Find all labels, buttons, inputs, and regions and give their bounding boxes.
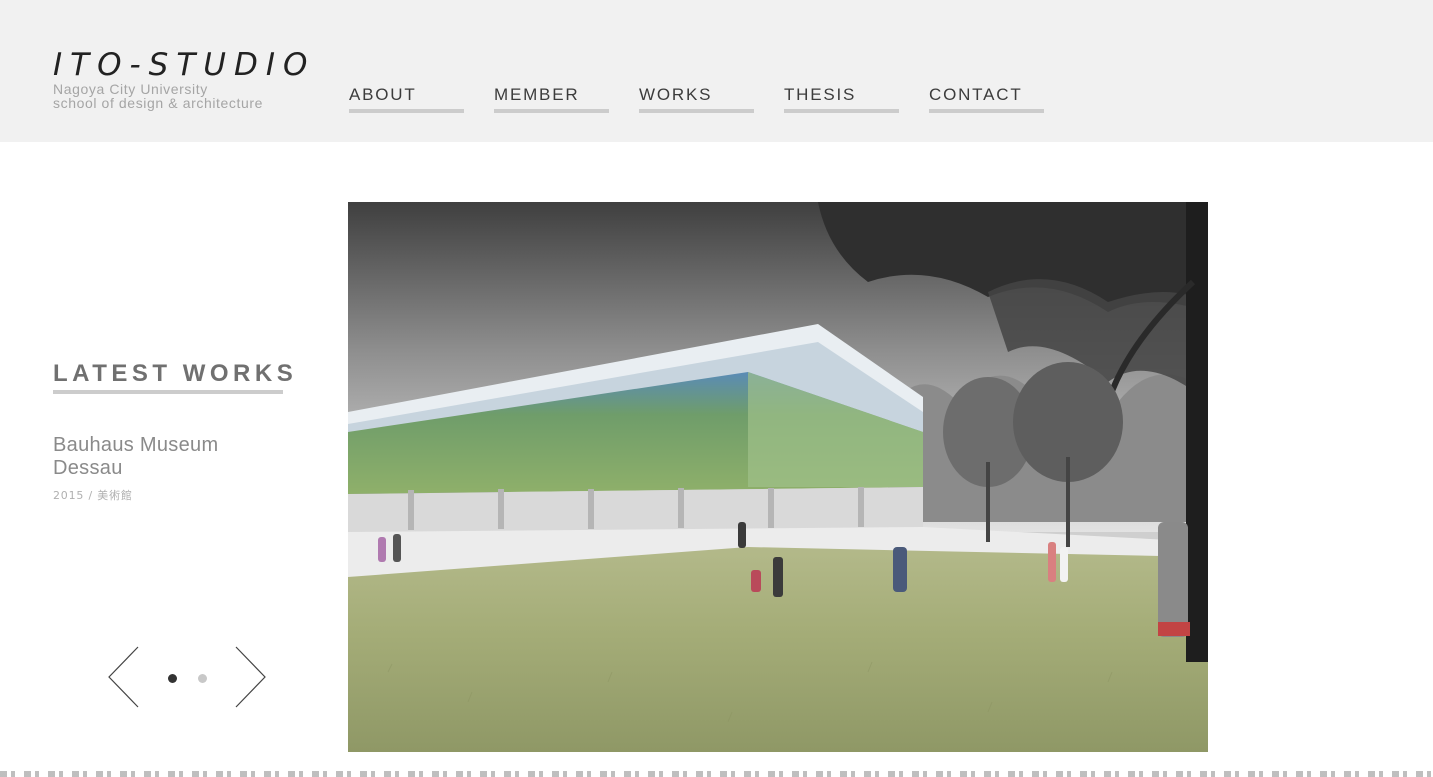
nav-item-contact[interactable]: CONTACT <box>929 85 1044 113</box>
museum-rendering-image <box>348 202 1208 752</box>
chevron-left-icon <box>108 646 139 708</box>
work-meta: 2015 / 美術館 <box>53 489 133 502</box>
nav-item-label[interactable]: MEMBER <box>494 85 609 105</box>
work-title[interactable]: Bauhaus Museum Dessau <box>53 434 283 480</box>
work-title-line2[interactable]: Dessau <box>53 457 283 480</box>
nav-item-about[interactable]: ABOUT <box>349 85 464 113</box>
cutoff-footer-text <box>0 771 1433 777</box>
nav-item-label[interactable]: CONTACT <box>929 85 1044 105</box>
slider-prev-button[interactable] <box>106 645 140 709</box>
hero-image[interactable] <box>348 202 1208 752</box>
logo-title[interactable]: ITO-STUDIO <box>53 48 315 82</box>
site-logo[interactable]: ITO-STUDIO Nagoya City University school… <box>53 48 315 110</box>
latest-works-heading: LATEST WORKS <box>53 360 293 394</box>
logo-subtitle-school: school of design & architecture <box>53 95 264 111</box>
nav-item-thesis[interactable]: THESIS <box>784 85 899 113</box>
logo-subtitle-university: Nagoya City University <box>53 81 208 97</box>
nav-item-label[interactable]: WORKS <box>639 85 754 105</box>
nav-item-label[interactable]: ABOUT <box>349 85 464 105</box>
nav-item-member[interactable]: MEMBER <box>494 85 609 113</box>
work-title-line1[interactable]: Bauhaus Museum <box>53 434 283 457</box>
latest-works-section: LATEST WORKS <box>53 360 293 394</box>
main-nav: ABOUT MEMBER WORKS THESIS CONTACT <box>349 85 1074 113</box>
slider-dot[interactable] <box>198 674 207 683</box>
nav-item-label[interactable]: THESIS <box>784 85 899 105</box>
chevron-right-icon <box>235 646 266 708</box>
slider-next-button[interactable] <box>234 645 268 709</box>
slider-dot-active[interactable] <box>168 674 177 683</box>
site-header: ITO-STUDIO Nagoya City University school… <box>0 0 1433 142</box>
nav-item-works[interactable]: WORKS <box>639 85 754 113</box>
